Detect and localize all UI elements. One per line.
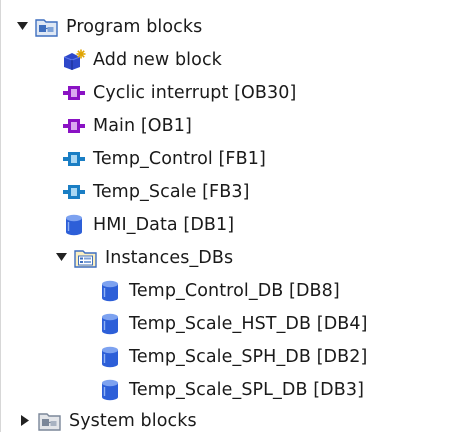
folder-icon xyxy=(38,410,62,432)
project-tree: Program blocks Add new block Cyclic inte… xyxy=(0,0,459,432)
add-new-block-icon xyxy=(62,49,86,71)
expand-arrow-down-icon[interactable] xyxy=(54,251,68,265)
tree-item-temp-control[interactable]: Temp_Control [FB1] xyxy=(1,142,459,175)
tree-node-label: System blocks xyxy=(69,410,197,431)
fb-block-icon xyxy=(62,181,86,203)
tree-node-system-blocks[interactable]: System blocks xyxy=(1,404,459,437)
db-icon xyxy=(98,313,122,335)
tree-item-label: Temp_Scale [FB3] xyxy=(93,181,250,202)
expand-arrow-down-icon[interactable] xyxy=(15,20,29,34)
expand-arrow-right-icon[interactable] xyxy=(18,414,32,428)
tree-item-temp-scale-hst-db[interactable]: Temp_Scale_HST_DB [DB4] xyxy=(1,307,459,340)
db-icon xyxy=(98,379,122,401)
tree-item-label: Temp_Control [FB1] xyxy=(93,148,266,169)
db-icon xyxy=(98,280,122,302)
tree-item-add-new-block[interactable]: Add new block xyxy=(1,43,459,76)
tree-node-label: Instances_DBs xyxy=(105,247,234,268)
fb-block-icon xyxy=(62,148,86,170)
ob-block-icon xyxy=(62,115,86,137)
tree-item-hmi-data[interactable]: HMI_Data [DB1] xyxy=(1,208,459,241)
db-icon xyxy=(62,214,86,236)
tree-node-instances-dbs[interactable]: Instances_DBs xyxy=(1,241,459,274)
tree-item-main[interactable]: Main [OB1] xyxy=(1,109,459,142)
db-icon xyxy=(98,346,122,368)
ob-block-icon xyxy=(62,82,86,104)
tree-item-label: Cyclic interrupt [OB30] xyxy=(93,82,297,103)
tree-node-label: Program blocks xyxy=(66,16,203,37)
tree-item-temp-scale-spl-db[interactable]: Temp_Scale_SPL_DB [DB3] xyxy=(1,373,459,406)
tree-node-program-blocks[interactable]: Program blocks xyxy=(1,10,459,43)
tree-item-temp-control-db[interactable]: Temp_Control_DB [DB8] xyxy=(1,274,459,307)
instances-folder-icon xyxy=(74,247,98,269)
tree-item-label: Temp_Control_DB [DB8] xyxy=(129,280,340,301)
tree-item-label: Main [OB1] xyxy=(93,115,192,136)
tree-item-label: HMI_Data [DB1] xyxy=(93,214,235,235)
tree-item-cyclic-interrupt[interactable]: Cyclic interrupt [OB30] xyxy=(1,76,459,109)
tree-item-temp-scale[interactable]: Temp_Scale [FB3] xyxy=(1,175,459,208)
folder-icon xyxy=(35,16,59,38)
tree-item-label: Temp_Scale_HST_DB [DB4] xyxy=(129,313,368,334)
tree-item-label: Temp_Scale_SPH_DB [DB2] xyxy=(129,346,368,367)
tree-item-temp-scale-sph-db[interactable]: Temp_Scale_SPH_DB [DB2] xyxy=(1,340,459,373)
tree-item-label: Add new block xyxy=(93,49,222,70)
tree-item-label: Temp_Scale_SPL_DB [DB3] xyxy=(129,379,364,400)
